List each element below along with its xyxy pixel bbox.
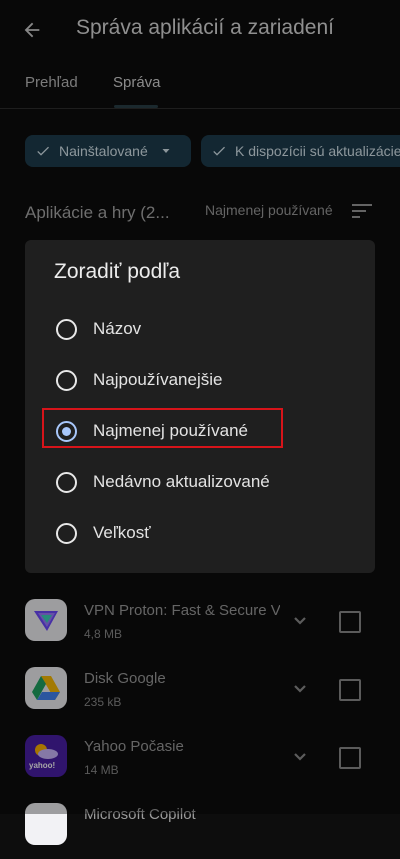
- sort-option-recently-updated[interactable]: Nedávno aktualizované: [25, 459, 375, 505]
- selection-highlight-box: [42, 408, 283, 448]
- sort-option-size[interactable]: Veľkosť: [25, 510, 375, 556]
- sort-option-name[interactable]: Názov: [25, 306, 375, 352]
- radio-button[interactable]: [56, 472, 77, 493]
- option-label: Veľkosť: [93, 523, 151, 542]
- option-label: Najpoužívanejšie: [93, 370, 223, 389]
- option-label: Nedávno aktualizované: [93, 472, 270, 491]
- sort-option-most-used[interactable]: Najpoužívanejšie: [25, 357, 375, 403]
- radio-button[interactable]: [56, 319, 77, 340]
- radio-button[interactable]: [56, 370, 77, 391]
- dialog-title: Zoradiť podľa: [54, 260, 181, 283]
- sort-dialog: Zoradiť podľa Názov Najpoužívanejšie Naj…: [25, 240, 375, 573]
- option-label: Názov: [93, 319, 142, 338]
- radio-button[interactable]: [56, 523, 77, 544]
